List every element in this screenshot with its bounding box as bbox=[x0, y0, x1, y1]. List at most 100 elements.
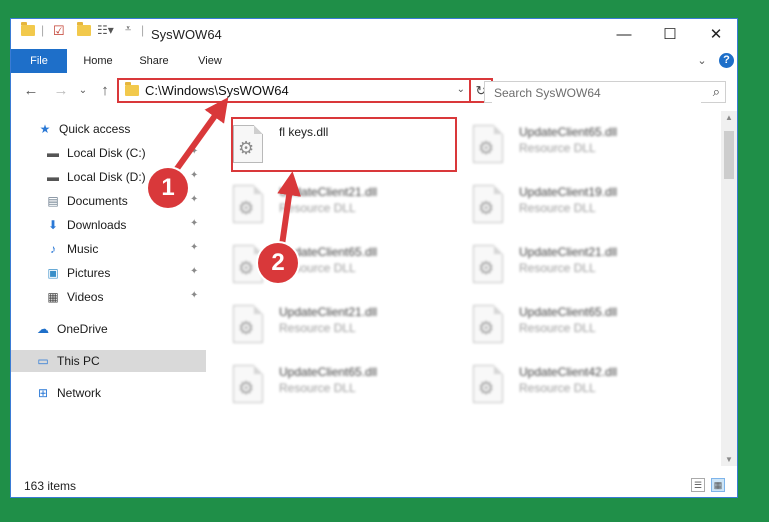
dll-file-icon: ⚙ bbox=[233, 185, 263, 223]
cloud-icon: ☁ bbox=[37, 322, 49, 336]
gear-icon: ⚙ bbox=[238, 378, 255, 398]
file-name: UpdateClient21.dll bbox=[519, 245, 618, 259]
address-bar[interactable]: C:\Windows\SysWOW64 ⌄ bbox=[117, 78, 471, 103]
ribbon-tabs: File Home Share View ⌄ ? bbox=[11, 49, 737, 74]
pin-icon: ✦ bbox=[190, 218, 199, 229]
search-box[interactable]: ⌕ bbox=[484, 81, 726, 103]
sidebar-item-label: Music bbox=[67, 242, 99, 256]
computer-icon: ▭ bbox=[37, 354, 49, 368]
file-name: UpdateClient21.dll bbox=[279, 305, 378, 319]
file-type: Resource DLL bbox=[519, 381, 596, 395]
drive-icon: ▬ bbox=[47, 170, 59, 184]
file-item[interactable]: ⚙ UpdateClient65.dll Resource DLL bbox=[211, 237, 447, 293]
file-type: Resource DLL bbox=[279, 201, 356, 215]
dll-file-icon: ⚙ bbox=[233, 305, 263, 343]
sidebar-item-downloads[interactable]: ⬇ Downloads ✦ bbox=[11, 214, 206, 236]
sidebar-item-label: Downloads bbox=[67, 218, 127, 232]
back-button[interactable]: ← bbox=[21, 81, 41, 101]
help-icon[interactable]: ? bbox=[719, 53, 734, 68]
gear-icon: ⚙ bbox=[238, 258, 255, 278]
scrollbar-thumb[interactable] bbox=[724, 131, 734, 179]
file-item[interactable]: ⚙ UpdateClient21.dll Resource DLL bbox=[451, 237, 687, 293]
large-icons-view-icon[interactable]: ▦ bbox=[711, 478, 725, 492]
sidebar-item-local-disk-c[interactable]: ▬ Local Disk (C:) ✦ bbox=[11, 142, 206, 164]
sidebar-item-label: This PC bbox=[57, 354, 100, 368]
sidebar-item-network[interactable]: ⊞ Network bbox=[11, 382, 206, 404]
download-icon: ⬇ bbox=[47, 218, 59, 232]
explorer-window: | ☑ ☷▾ ⩡ | SysWOW64 — ☐ ✕ File Home Shar… bbox=[10, 18, 738, 498]
tab-view[interactable]: View bbox=[185, 49, 235, 73]
sidebar-item-this-pc[interactable]: ▭ This PC bbox=[11, 350, 206, 372]
file-item[interactable]: ⚙ UpdateClient65.dll Resource DLL bbox=[451, 297, 687, 353]
recent-locations-button[interactable]: ⌄ bbox=[73, 81, 93, 101]
gear-icon: ⚙ bbox=[238, 198, 255, 218]
title-bar: | ☑ ☷▾ ⩡ | SysWOW64 — ☐ ✕ bbox=[11, 19, 737, 49]
maximize-button[interactable]: ☐ bbox=[647, 19, 693, 49]
gear-icon: ⚙ bbox=[478, 198, 495, 218]
sidebar-item-label: Pictures bbox=[67, 266, 111, 280]
file-name: UpdateClient65.dll bbox=[279, 365, 378, 379]
forward-button[interactable]: → bbox=[51, 81, 71, 101]
navigation-pane: ★ Quick access ▬ Local Disk (C:) ✦ ▬ Loc… bbox=[11, 111, 206, 466]
dll-file-icon: ⚙ bbox=[473, 305, 503, 343]
separator: | bbox=[141, 23, 145, 37]
tab-share[interactable]: Share bbox=[129, 49, 179, 73]
file-type: Resource DLL bbox=[519, 141, 596, 155]
scroll-down-icon[interactable]: ▼ bbox=[721, 455, 737, 464]
search-icon[interactable]: ⌕ bbox=[713, 84, 720, 100]
gear-icon: ⚙ bbox=[478, 318, 495, 338]
file-item[interactable]: ⚙ UpdateClient21.dll Resource DLL bbox=[211, 297, 447, 353]
dll-file-icon: ⚙ bbox=[233, 365, 263, 403]
pin-icon: ✦ bbox=[190, 146, 199, 157]
folder-icon bbox=[125, 82, 139, 96]
pictures-icon: ▣ bbox=[47, 266, 59, 280]
pin-icon: ✦ bbox=[190, 266, 199, 277]
address-dropdown-icon[interactable]: ⌄ bbox=[457, 84, 465, 95]
sidebar-item-onedrive[interactable]: ☁ OneDrive bbox=[11, 318, 206, 340]
sidebar-item-videos[interactable]: ▦ Videos ✦ bbox=[11, 286, 206, 308]
file-highlight-box bbox=[231, 117, 457, 172]
file-item[interactable]: ⚙ UpdateClient65.dll Resource DLL bbox=[451, 117, 687, 173]
network-icon: ⊞ bbox=[37, 386, 49, 400]
file-list: ⚙ fl keys.dll ⚙ UpdateClient65.dll Resou… bbox=[211, 111, 722, 466]
item-count: 163 items bbox=[24, 479, 77, 493]
pin-icon: ✦ bbox=[190, 170, 199, 181]
sidebar-item-pictures[interactable]: ▣ Pictures ✦ bbox=[11, 262, 206, 284]
properties-icon[interactable]: ☑ bbox=[53, 23, 65, 39]
videos-icon: ▦ bbox=[47, 290, 59, 304]
quick-access-dropdown-icon[interactable]: ⩡ bbox=[125, 23, 131, 36]
new-folder-icon[interactable] bbox=[77, 22, 91, 36]
details-view-icon[interactable]: ☰ bbox=[691, 478, 705, 492]
sidebar-item-label: Local Disk (C:) bbox=[67, 146, 146, 160]
file-type: Resource DLL bbox=[519, 261, 596, 275]
gear-icon: ⚙ bbox=[238, 318, 255, 338]
pin-icon: ✦ bbox=[190, 194, 199, 205]
up-button[interactable]: ↑ bbox=[95, 81, 115, 101]
pin-icon: ✦ bbox=[190, 290, 199, 301]
drive-icon: ▬ bbox=[47, 146, 59, 160]
file-name: UpdateClient21.dll bbox=[279, 185, 378, 199]
tab-home[interactable]: Home bbox=[73, 49, 123, 73]
file-name: UpdateClient42.dll bbox=[519, 365, 618, 379]
file-type: Resource DLL bbox=[519, 201, 596, 215]
sidebar-item-quick-access[interactable]: ★ Quick access bbox=[11, 118, 206, 140]
file-item[interactable]: ⚙ UpdateClient21.dll Resource DLL bbox=[211, 177, 447, 233]
scroll-up-icon[interactable]: ▲ bbox=[721, 113, 737, 122]
file-item[interactable]: ⚙ UpdateClient19.dll Resource DLL bbox=[451, 177, 687, 233]
file-item[interactable]: ⚙ UpdateClient65.dll Resource DLL bbox=[211, 357, 447, 413]
vertical-scrollbar[interactable]: ▲ ▼ bbox=[721, 111, 737, 466]
search-input[interactable] bbox=[492, 83, 701, 103]
gear-icon: ⚙ bbox=[478, 378, 495, 398]
expand-ribbon-icon[interactable]: ⌄ bbox=[695, 49, 709, 73]
file-item[interactable]: ⚙ UpdateClient42.dll Resource DLL bbox=[451, 357, 687, 413]
file-name: UpdateClient65.dll bbox=[519, 125, 618, 139]
sidebar-item-music[interactable]: ♪ Music ✦ bbox=[11, 238, 206, 260]
address-path[interactable]: C:\Windows\SysWOW64 bbox=[145, 83, 289, 98]
close-button[interactable]: ✕ bbox=[693, 19, 737, 49]
sidebar-item-label: Quick access bbox=[59, 122, 131, 136]
file-name: UpdateClient19.dll bbox=[519, 185, 618, 199]
minimize-button[interactable]: — bbox=[601, 19, 647, 49]
file-name: UpdateClient65.dll bbox=[519, 305, 618, 319]
customize-icon[interactable]: ☷▾ bbox=[97, 23, 114, 37]
tab-file[interactable]: File bbox=[11, 49, 67, 73]
